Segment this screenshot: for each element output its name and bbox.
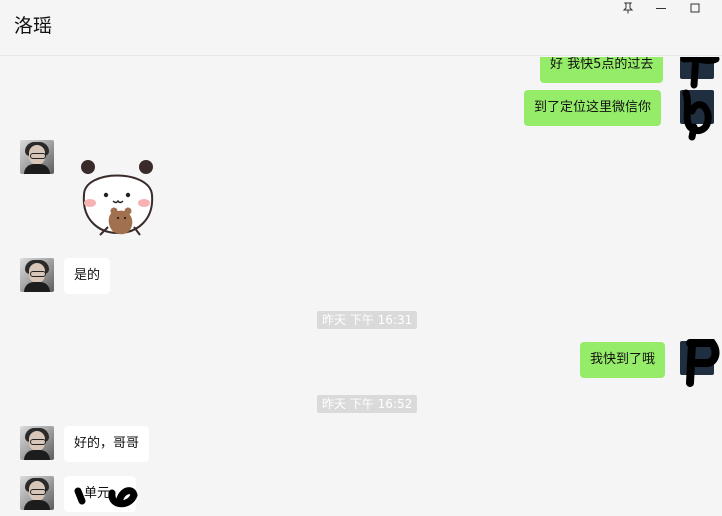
incoming-message-bubble[interactable]: 好的，哥哥 <box>64 426 150 462</box>
chat-title: 洛瑶 <box>14 15 53 37</box>
timestamp-divider: 昨天 下午 16:52 <box>317 395 418 413</box>
contact-avatar[interactable] <box>20 140 54 174</box>
outgoing-message-bubble[interactable]: 到了定位这里微信你 <box>524 90 662 126</box>
redaction-scribble <box>686 339 720 387</box>
contact-avatar[interactable] <box>20 476 54 510</box>
redaction-scribble <box>682 89 712 141</box>
panda-holding-bear-sticker[interactable] <box>78 155 158 241</box>
outgoing-message-bubble[interactable]: 好 我快5点的过去 <box>540 57 664 83</box>
minimize-icon[interactable] <box>650 0 672 16</box>
redaction-scribble <box>74 487 138 508</box>
pin-icon[interactable] <box>617 0 639 16</box>
maximize-icon[interactable] <box>684 0 706 16</box>
timestamp-divider: 昨天 下午 16:31 <box>317 311 418 329</box>
incoming-message-bubble[interactable]: 是的 <box>64 258 111 294</box>
message-list[interactable]: 好 我快5点的过去 到了定位这里微信你 是的 昨天 下午 16:31 我快到了哦 <box>0 57 722 516</box>
title-bar: 洛瑶 <box>0 0 722 56</box>
contact-avatar[interactable] <box>20 258 54 292</box>
contact-avatar[interactable] <box>20 426 54 460</box>
outgoing-message-bubble[interactable]: 我快到了哦 <box>580 342 666 378</box>
